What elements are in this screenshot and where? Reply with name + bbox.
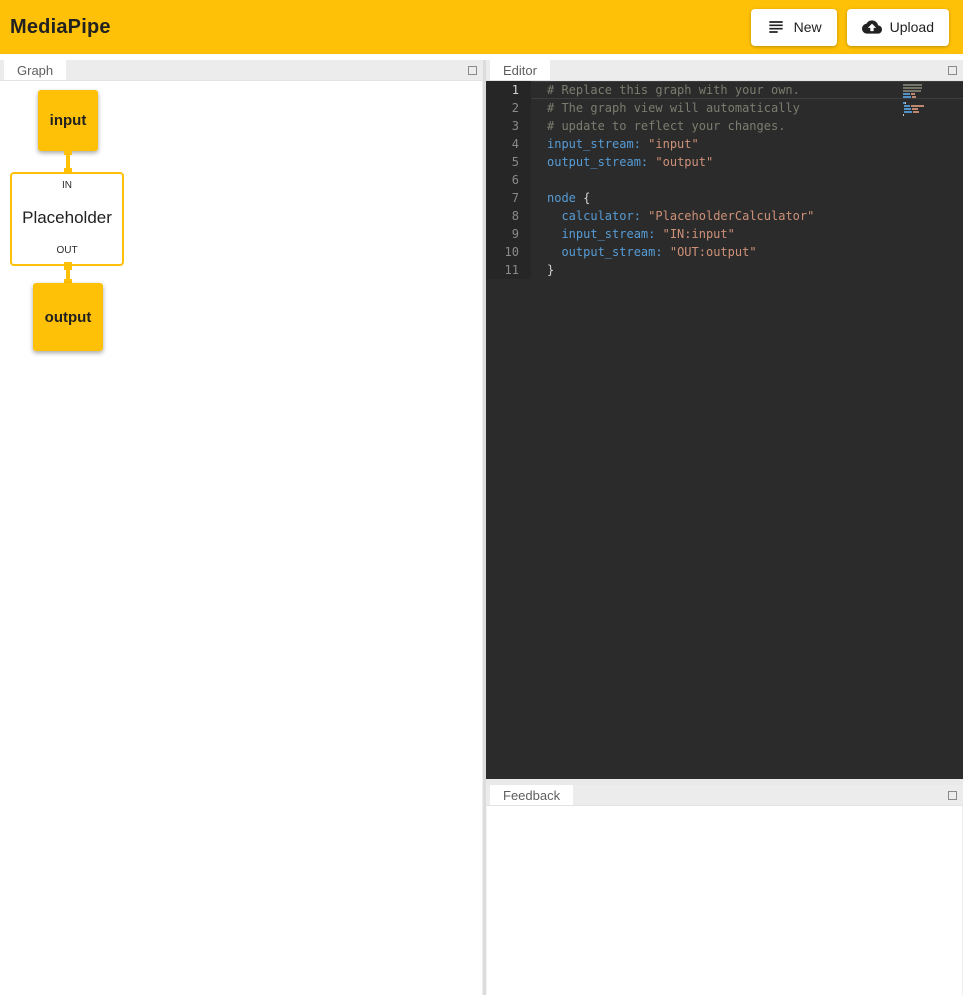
graph-node-input-label: input [50, 112, 87, 129]
code-line[interactable]: 11} [486, 261, 963, 279]
code-line[interactable]: 10 output_stream: "OUT:output" [486, 243, 963, 261]
code-line[interactable]: 7node { [486, 189, 963, 207]
tab-editor[interactable]: Editor [490, 60, 550, 80]
code-text: calculator: "PlaceholderCalculator" [531, 207, 814, 225]
graph-tabbar: Graph [0, 60, 483, 81]
minimap-line [903, 87, 945, 89]
code-line[interactable]: 5output_stream: "output" [486, 153, 963, 171]
editor-popout-icon[interactable] [948, 66, 957, 75]
placeholder-in-port: IN [62, 180, 72, 191]
code-text: # update to reflect your changes. [531, 117, 785, 135]
minimap-line [903, 90, 945, 92]
code-line[interactable]: 4input_stream: "input" [486, 135, 963, 153]
tab-feedback-label: Feedback [503, 788, 560, 803]
line-number: 5 [486, 153, 531, 171]
editor-minimap[interactable] [903, 84, 945, 117]
feedback-panel: Feedback [486, 785, 963, 995]
minimap-line [903, 93, 945, 95]
line-number: 9 [486, 225, 531, 243]
code-text: } [531, 261, 554, 279]
minimap-line [903, 111, 945, 113]
feedback-expand-wrap [948, 785, 963, 805]
tab-feedback[interactable]: Feedback [490, 785, 573, 805]
line-number: 3 [486, 117, 531, 135]
code-line[interactable]: 9 input_stream: "IN:input" [486, 225, 963, 243]
editor-expand-wrap [948, 60, 963, 80]
cloud-upload-icon [862, 17, 882, 37]
graph-expand-wrap [468, 60, 483, 80]
line-number: 11 [486, 261, 531, 279]
graph-canvas[interactable]: input IN Placeholder OUT output [0, 81, 483, 995]
code-text: # Replace this graph with your own. [531, 81, 800, 99]
line-number: 10 [486, 243, 531, 261]
new-button[interactable]: New [751, 9, 837, 46]
placeholder-node-label: Placeholder [22, 208, 112, 228]
app-header: MediaPipe New Upload [0, 0, 963, 54]
line-number: 8 [486, 207, 531, 225]
new-button-label: New [794, 19, 822, 35]
code-text: # The graph view will automatically [531, 99, 800, 117]
line-number: 6 [486, 171, 531, 189]
editor-tabbar: Editor [486, 60, 963, 81]
app-title: MediaPipe [10, 16, 111, 39]
graph-node-placeholder[interactable]: IN Placeholder OUT [10, 172, 124, 266]
code-line[interactable]: 8 calculator: "PlaceholderCalculator" [486, 207, 963, 225]
code-line[interactable]: 3# update to reflect your changes. [486, 117, 963, 135]
placeholder-out-port: OUT [56, 245, 77, 256]
code-text: output_stream: "OUT:output" [531, 243, 757, 261]
line-number: 4 [486, 135, 531, 153]
minimap-line [903, 108, 945, 110]
header-actions: New Upload [751, 9, 949, 46]
mediapipe-visualizer-app: MediaPipe New Upload Graph [0, 0, 963, 995]
graph-panel: Graph input IN Placeholder OUT [0, 60, 483, 995]
workspace: Graph input IN Placeholder OUT [0, 60, 963, 995]
minimap-line [903, 96, 945, 98]
graph-node-input[interactable]: input [38, 90, 98, 151]
graph-node-output-label: output [45, 309, 92, 326]
tab-graph[interactable]: Graph [4, 60, 66, 80]
new-list-icon [766, 17, 786, 37]
code-line[interactable]: 2# The graph view will automatically [486, 99, 963, 117]
code-text: output_stream: "output" [531, 153, 713, 171]
code-line[interactable]: 6 [486, 171, 963, 189]
line-number: 1 [486, 81, 531, 99]
graph-node-output[interactable]: output [33, 283, 103, 351]
code-text: input_stream: "IN:input" [531, 225, 735, 243]
code-text [531, 171, 547, 189]
right-column: Editor 1# Replace this graph with your o… [486, 60, 963, 995]
minimap-line [903, 84, 945, 86]
minimap-line [903, 99, 945, 101]
feedback-popout-icon[interactable] [948, 791, 957, 800]
tab-editor-label: Editor [503, 63, 537, 78]
minimap-line [903, 105, 945, 107]
line-number: 2 [486, 99, 531, 117]
minimap-line [903, 114, 945, 116]
feedback-tabbar: Feedback [486, 785, 963, 806]
line-number: 7 [486, 189, 531, 207]
code-text: node { [531, 189, 590, 207]
code-editor[interactable]: 1# Replace this graph with your own.2# T… [486, 81, 963, 779]
upload-button[interactable]: Upload [847, 9, 949, 46]
code-lines: 1# Replace this graph with your own.2# T… [486, 81, 963, 279]
editor-panel: Editor 1# Replace this graph with your o… [486, 60, 963, 779]
graph-popout-icon[interactable] [468, 66, 477, 75]
upload-button-label: Upload [890, 19, 934, 35]
tab-graph-label: Graph [17, 63, 53, 78]
feedback-content [486, 806, 963, 995]
minimap-line [903, 102, 945, 104]
code-text: input_stream: "input" [531, 135, 699, 153]
code-line[interactable]: 1# Replace this graph with your own. [486, 81, 963, 99]
